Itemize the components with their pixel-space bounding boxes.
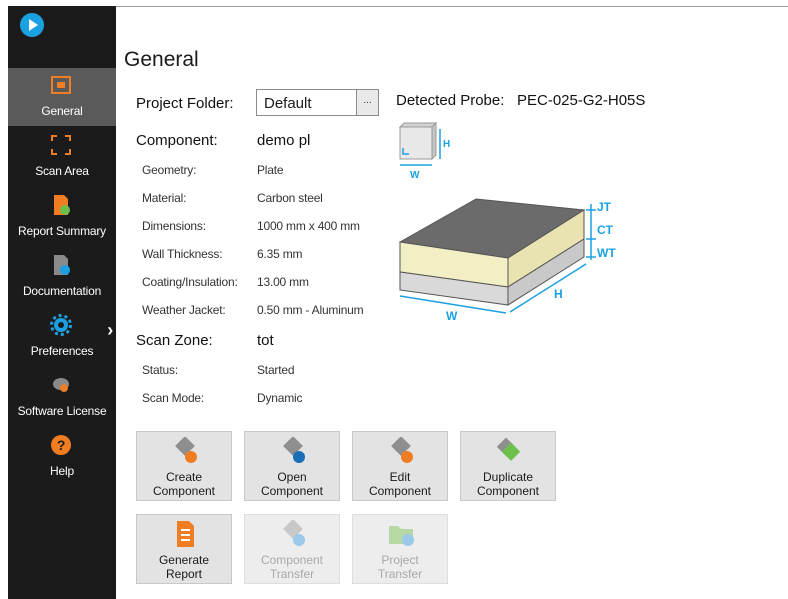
sidebar-item-scan-area[interactable]: Scan Area [8,128,116,186]
plate-diagram: JT CT WT W H [398,198,616,323]
ct-label: CT [597,223,614,237]
scan-zone-label: Scan Zone: [136,332,213,349]
software-license-icon [53,378,69,392]
duplicate-component-icon [496,437,521,461]
report-summary-icon [54,195,70,215]
general-icon [51,76,71,94]
app-logo[interactable] [20,13,44,37]
sidebar-item-label: Scan Area [35,164,89,178]
browse-folder-button[interactable]: ... [356,90,378,115]
component-transfer-icon [283,520,305,546]
geometry-thumbnail: H W [398,121,450,181]
help-icon: ? [51,435,71,455]
sidebar: General Scan Area Report Summary Documen… [8,6,116,599]
generate-report-icon [177,521,194,547]
status-label: Status: [142,363,178,377]
create-component-button[interactable]: Create Component [136,431,232,501]
material-value: Carbon steel [257,191,323,205]
create-component-label: Create Component [152,470,216,498]
generate-report-button[interactable]: Generate Report [136,514,232,584]
open-component-label: Open Component [260,470,324,498]
sidebar-item-label: Help [50,464,74,478]
wall-thickness-value: 6.35 mm [257,247,303,261]
create-component-icon [175,437,197,463]
height-label-large: H [554,287,563,301]
geometry-label: Geometry: [142,163,197,177]
geometry-value: Plate [257,163,284,177]
scan-mode-value: Dynamic [257,391,303,405]
project-transfer-icon [389,526,414,546]
detected-probe-label: Detected Probe: [396,92,505,109]
generate-report-label: Generate Report [158,553,210,581]
jt-label: JT [597,200,612,214]
weather-jacket-label: Weather Jacket: [142,303,226,317]
project-transfer-button[interactable]: Project Transfer [352,514,448,584]
scan-mode-label: Scan Mode: [142,391,205,405]
sidebar-item-preferences[interactable]: › Preferences [8,308,116,366]
project-folder-label: Project Folder: [136,95,234,112]
documentation-icon [54,255,70,275]
edit-component-button[interactable]: Edit Component [352,431,448,501]
dimensions-value: 1000 mm x 400 mm [257,219,360,233]
coating-insulation-label: Coating/Insulation: [142,275,238,289]
edit-component-icon [391,437,413,463]
page-title: General [124,48,199,71]
sidebar-item-label: Report Summary [18,224,106,238]
sidebar-item-software-license[interactable]: Software License [8,368,116,426]
open-component-button[interactable]: Open Component [244,431,340,501]
width-label-small: W [410,170,420,181]
edit-component-label: Edit Component [368,470,432,498]
chevron-right-icon: › [107,320,113,340]
component-label: Component: [136,132,218,149]
wt-label: WT [597,246,616,260]
component-transfer-label: Component Transfer [260,553,324,581]
sidebar-item-label: General [41,104,83,118]
sidebar-item-help[interactable]: ? Help [8,428,116,486]
scan-area-icon [51,135,71,155]
scan-zone-value: tot [257,332,274,349]
detected-probe-value: PEC-025-G2-H05S [517,92,646,109]
project-folder-value: Default [264,95,312,112]
open-component-icon [283,437,305,463]
duplicate-component-button[interactable]: Duplicate Component [460,431,556,501]
duplicate-component-label: Duplicate Component [476,470,540,498]
weather-jacket-value: 0.50 mm - Aluminum [257,303,364,317]
project-transfer-label: Project Transfer [377,553,423,581]
gear-icon [50,314,72,336]
height-label-small: H [443,139,450,150]
component-transfer-button[interactable]: Component Transfer [244,514,340,584]
status-value: Started [257,363,295,377]
sidebar-item-label: Software License [17,404,107,418]
sidebar-item-label: Preferences [30,344,94,358]
dimensions-label: Dimensions: [142,219,206,233]
coating-insulation-value: 13.00 mm [257,275,309,289]
sidebar-item-general[interactable]: General [8,68,116,126]
sidebar-item-label: Documentation [22,284,102,298]
component-value: demo pl [257,132,311,149]
sidebar-item-report-summary[interactable]: Report Summary [8,188,116,246]
sidebar-item-documentation[interactable]: Documentation [8,248,116,306]
top-divider [116,6,788,7]
material-label: Material: [142,191,187,205]
svg-text:?: ? [57,437,65,453]
wall-thickness-label: Wall Thickness: [142,247,223,261]
project-folder-field[interactable]: Default ... [256,89,379,116]
width-label-large: W [446,309,458,323]
